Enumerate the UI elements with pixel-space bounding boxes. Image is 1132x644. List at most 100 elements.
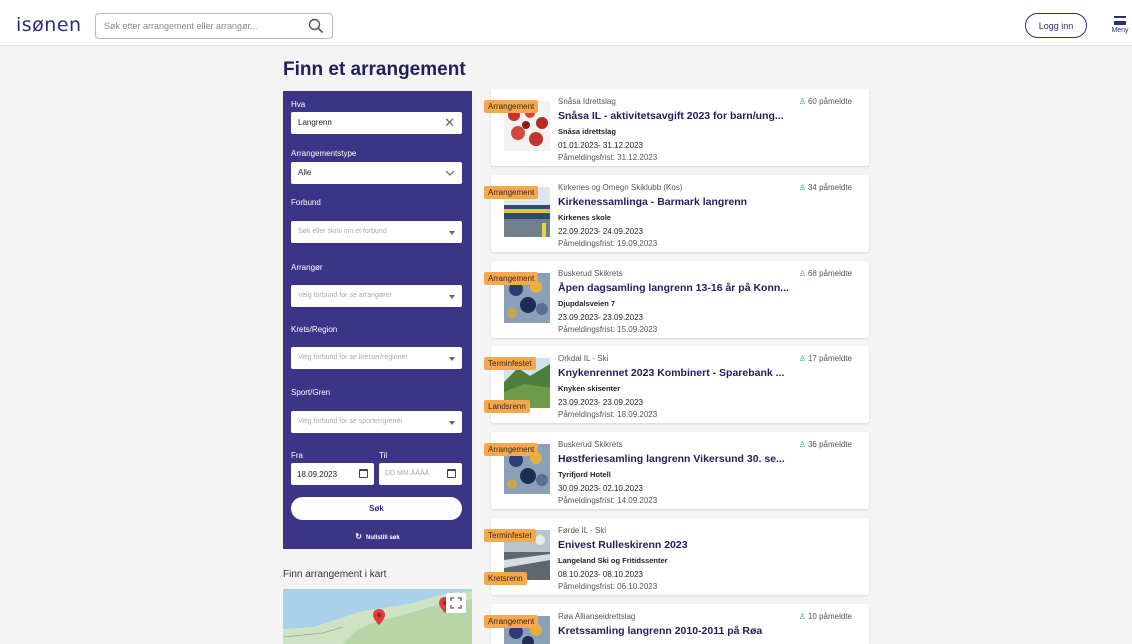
krets-label: Krets/Region xyxy=(291,325,338,334)
menu-label: Meny xyxy=(1111,27,1129,34)
event-dates: 23.09.2023- 23.09.2023 xyxy=(558,313,643,322)
top-bar: isønen Logg inn Meny xyxy=(0,0,1132,46)
participant-count: ♙ 60 påmeldte xyxy=(799,97,852,106)
logo[interactable]: isønen xyxy=(16,14,82,36)
event-tag: Terminfestet xyxy=(484,357,536,370)
arrangor-select[interactable]: Velg forbund for se arrangører xyxy=(291,285,462,307)
person-icon: ♙ xyxy=(798,612,806,621)
participant-text: 60 påmeldte xyxy=(807,97,852,106)
dropdown-arrow-icon xyxy=(449,421,455,425)
map-title: Finn arrangement i kart xyxy=(283,569,387,580)
page-title: Finn et arrangement xyxy=(283,59,466,80)
event-deadline: Påmeldingsfrist: 31.12.2023 xyxy=(558,153,658,162)
event-deadline: Påmeldingsfrist: 06.10.2023 xyxy=(558,582,658,591)
event-card[interactable]: Terminfestet Landsrenn Orkdal IL - Ski ♙… xyxy=(484,346,869,423)
forbund-select[interactable]: Søk eller skriv inn et forbund xyxy=(291,221,462,243)
event-card[interactable]: Arrangement Kirkenes og Omegn Skiklubb (… xyxy=(484,175,869,252)
person-icon: ♙ xyxy=(798,354,806,363)
event-card[interactable]: Arrangement Røa Allianseidrettslag ♙ 10 p… xyxy=(484,604,869,644)
participant-count: ♙ 36 påmeldte xyxy=(799,440,852,449)
krets-placeholder: Velg forbund for se kretser/regioner xyxy=(298,354,408,361)
hva-value: Langrenn xyxy=(298,118,332,127)
event-dates: 23.09.2023- 23.09.2023 xyxy=(558,398,643,407)
event-card[interactable]: Arrangement Buskerud Skikrets ♙ 68 påmeld… xyxy=(484,261,869,338)
event-venue: Kirkenes skole xyxy=(558,213,611,222)
search-box[interactable] xyxy=(95,13,333,39)
clear-icon[interactable]: ✕ xyxy=(444,116,455,129)
arrangor-label: Arrangør xyxy=(291,263,323,272)
event-organizer: Buskerud Skikrets xyxy=(558,440,623,449)
menu-button[interactable]: Meny xyxy=(1108,16,1132,34)
participant-count: ♙ 34 påmeldte xyxy=(799,183,852,192)
reset-search[interactable]: ↻ Nullstill søk xyxy=(283,532,472,541)
til-placeholder: DD.MM.ÅÅÅÅ xyxy=(385,470,430,477)
event-title[interactable]: Kirkenessamlinga - Barmark langrenn xyxy=(558,196,798,208)
search-icon[interactable] xyxy=(308,18,324,34)
hva-input[interactable]: Langrenn ✕ xyxy=(291,112,462,134)
event-card[interactable]: Arrangement Buskerud Skikrets ♙ 36 påmeld… xyxy=(484,432,869,509)
fullscreen-button[interactable] xyxy=(446,593,466,613)
event-organizer: Førde IL - Ski xyxy=(558,526,607,535)
event-title[interactable]: Kretssamling langrenn 2010-2011 på Røa xyxy=(558,625,798,637)
event-tag: Arrangement xyxy=(484,100,539,113)
event-dates: 08.10.2023- 08.10.2023 xyxy=(558,570,643,579)
event-dates: 30.09.2023- 02.10.2023 xyxy=(558,484,643,493)
dropdown-arrow-icon xyxy=(449,357,455,361)
sport-placeholder: Velg forbund for se sporter/grener xyxy=(298,418,403,425)
event-tag: Arrangement xyxy=(484,272,539,285)
search-input[interactable] xyxy=(96,14,296,38)
participant-count: ♙ 10 påmeldte xyxy=(799,612,852,621)
event-organizer: Kirkenes og Omegn Skiklubb (Kos) xyxy=(558,183,683,192)
search-button[interactable]: Søk xyxy=(291,497,462,520)
login-button[interactable]: Logg inn xyxy=(1025,13,1087,38)
map-pin-icon[interactable] xyxy=(373,609,385,625)
event-tag: Arrangement xyxy=(484,615,539,628)
fra-date-input[interactable]: 18.09.2023 xyxy=(291,463,374,485)
type-select[interactable]: Alle xyxy=(291,162,462,184)
fullscreen-icon xyxy=(450,597,462,609)
event-deadline: Påmeldingsfrist: 18.09.2023 xyxy=(558,410,658,419)
event-tag: Arrangement xyxy=(484,186,539,199)
forbund-label: Forbund xyxy=(291,198,321,207)
event-title[interactable]: Åpen dagsamling langrenn 13-16 år på Kon… xyxy=(558,282,798,294)
participant-text: 68 påmeldte xyxy=(807,269,852,278)
event-organizer: Buskerud Skikrets xyxy=(558,269,623,278)
participant-count: ♙ 68 påmeldte xyxy=(799,269,852,278)
event-organizer: Snåsa Idrettslag xyxy=(558,97,616,106)
krets-select[interactable]: Velg forbund for se kretser/regioner xyxy=(291,347,462,369)
til-label: Til xyxy=(379,451,388,460)
til-date-input[interactable]: DD.MM.ÅÅÅÅ xyxy=(379,463,462,485)
event-title[interactable]: Enivest Rulleskirenn 2023 xyxy=(558,539,798,551)
hva-label: Hva xyxy=(291,100,306,109)
event-card[interactable]: Arrangement Snåsa Idrettslag ♙ 60 påmeldt… xyxy=(484,89,869,166)
participant-count: ♙ 17 påmeldte xyxy=(799,354,852,363)
sport-select[interactable]: Velg forbund for se sporter/grener xyxy=(291,411,462,433)
person-icon: ♙ xyxy=(798,440,806,449)
event-dates: 22.09.2023- 24.09.2023 xyxy=(558,227,643,236)
event-venue: Djupdalsveien 7 xyxy=(558,299,616,308)
participant-text: 17 påmeldte xyxy=(807,354,852,363)
event-deadline: Påmeldingsfrist: 15.09.2023 xyxy=(558,325,658,334)
type-label: Arrangementstype xyxy=(291,149,357,158)
event-tag: Landsrenn xyxy=(484,400,530,413)
event-title[interactable]: Knykenrennet 2023 Kombinert - Sparebank … xyxy=(558,367,798,379)
event-dates: 01.01.2023- 31.12.2023 xyxy=(558,141,643,150)
refresh-icon: ↻ xyxy=(355,532,362,541)
filter-panel: Hva Langrenn ✕ Arrangementstype Alle For… xyxy=(283,91,472,549)
calendar-icon[interactable] xyxy=(447,469,456,478)
person-icon: ♙ xyxy=(798,97,806,106)
event-title[interactable]: Snåsa IL - aktivitetsavgift 2023 for bar… xyxy=(558,110,798,122)
event-venue: Tyrifjord Hotell xyxy=(558,470,611,479)
event-deadline: Påmeldingsfrist: 19.09.2023 xyxy=(558,239,658,248)
event-organizer: Orkdal IL - Ski xyxy=(558,354,609,363)
reset-label: Nullstill søk xyxy=(366,535,400,541)
event-deadline: Påmeldingsfrist: 14.09.2023 xyxy=(558,496,658,505)
participant-text: 36 påmeldte xyxy=(807,440,852,449)
forbund-placeholder: Søk eller skriv inn et forbund xyxy=(298,228,387,235)
event-card[interactable]: Terminfestet Kretsrenn Førde IL - Ski En… xyxy=(484,518,869,595)
event-title[interactable]: Høstferiesamling langrenn Vikersund 30. … xyxy=(558,453,798,465)
event-venue: Snåsa idrettslag xyxy=(558,127,616,136)
hamburger-icon xyxy=(1114,16,1126,25)
map[interactable] xyxy=(283,589,472,644)
calendar-icon[interactable] xyxy=(359,469,368,478)
